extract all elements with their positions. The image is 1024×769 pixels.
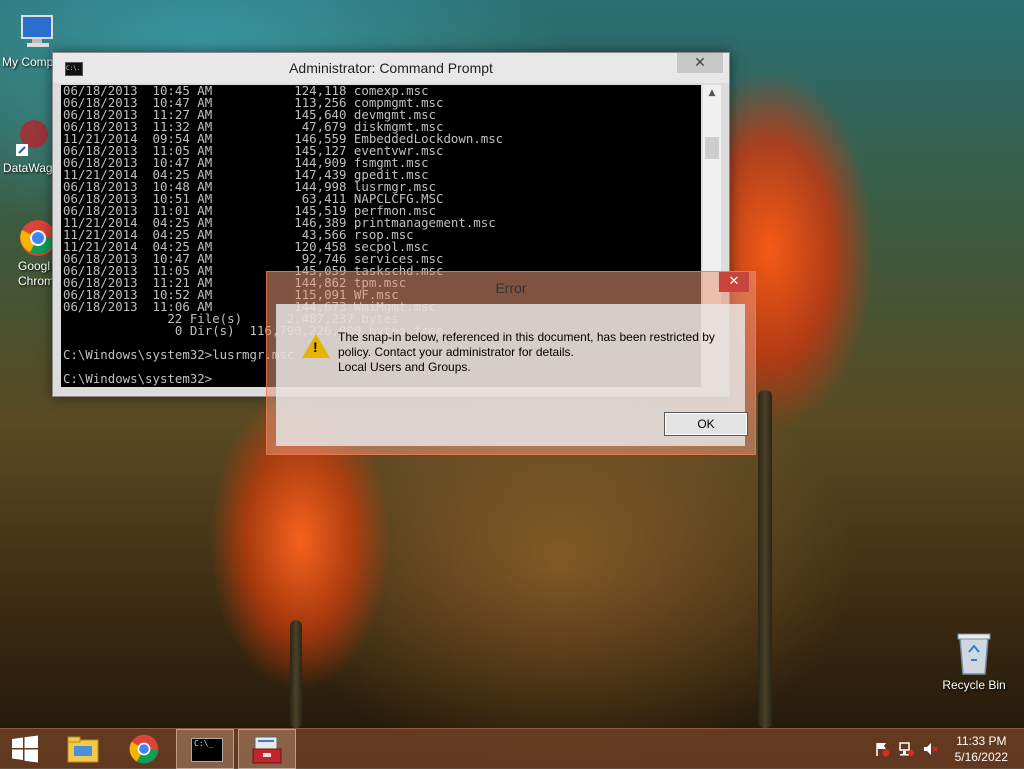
taskbar-chrome[interactable]: [116, 729, 172, 769]
desktop-icon-recycle-bin[interactable]: Recycle Bin: [938, 630, 1010, 692]
snap-in-name: Local Users and Groups.: [338, 360, 471, 374]
desktop-icon-datawag[interactable]: DataWag: [0, 118, 60, 175]
desktop-icon-google-chrome[interactable]: Googl Chrom: [0, 216, 60, 289]
system-clock[interactable]: 11:33 PM 5/16/2022: [955, 733, 1008, 765]
start-button[interactable]: [0, 729, 50, 769]
close-button[interactable]: ✕: [677, 53, 723, 73]
command-prompt-titlebar[interactable]: C:\. Administrator: Command Prompt ✕: [53, 53, 729, 83]
network-icon[interactable]: [898, 741, 914, 757]
error-dialog-body: ! The snap-in below, referenced in this …: [276, 304, 748, 446]
taskbar-toolbox[interactable]: [238, 729, 296, 769]
folder-icon: [67, 736, 99, 763]
desktop-icon-label: Recycle Bin: [942, 678, 1006, 692]
tulip-stem-right: [758, 390, 772, 728]
taskbar: C:\_ 11:33 PM 5/16/2022: [0, 728, 1024, 769]
dialog-title: Error: [495, 280, 527, 296]
recycle-bin-icon: [954, 630, 994, 675]
computer-icon: [18, 12, 58, 52]
close-button[interactable]: ✕: [719, 272, 749, 292]
warning-icon: !: [302, 334, 330, 358]
taskbar-command-prompt[interactable]: C:\_: [176, 729, 234, 769]
error-dialog[interactable]: Error ✕ ! The snap-in below, referenced …: [266, 271, 756, 455]
scrollbar-thumb[interactable]: [705, 137, 719, 159]
message-scrollbar[interactable]: [727, 310, 739, 384]
action-center-flag-icon[interactable]: [874, 741, 890, 757]
toolbox-icon: [252, 736, 282, 764]
window-title: Administrator: Command Prompt: [289, 60, 493, 76]
ok-button[interactable]: OK: [664, 412, 748, 436]
chrome-icon: [129, 734, 159, 764]
chrome-icon: [16, 216, 56, 256]
desktop-icon-my-computer[interactable]: My Comp: [0, 12, 60, 69]
error-message: The snap-in below, referenced in this do…: [338, 330, 718, 375]
clock-time: 11:33 PM: [956, 734, 1007, 748]
error-message-text: The snap-in below, referenced in this do…: [338, 330, 715, 359]
command-prompt-icon: C:\_: [191, 738, 223, 762]
taskbar-file-explorer[interactable]: [56, 729, 112, 769]
clock-date: 5/16/2022: [954, 750, 1008, 764]
tulip-stem-left: [290, 620, 302, 728]
error-dialog-titlebar[interactable]: Error ✕: [267, 272, 755, 302]
windows-logo-icon: [12, 735, 38, 763]
datawag-icon: [12, 118, 52, 158]
scroll-up-icon[interactable]: ▲: [703, 85, 721, 101]
volume-muted-icon[interactable]: [922, 741, 938, 757]
